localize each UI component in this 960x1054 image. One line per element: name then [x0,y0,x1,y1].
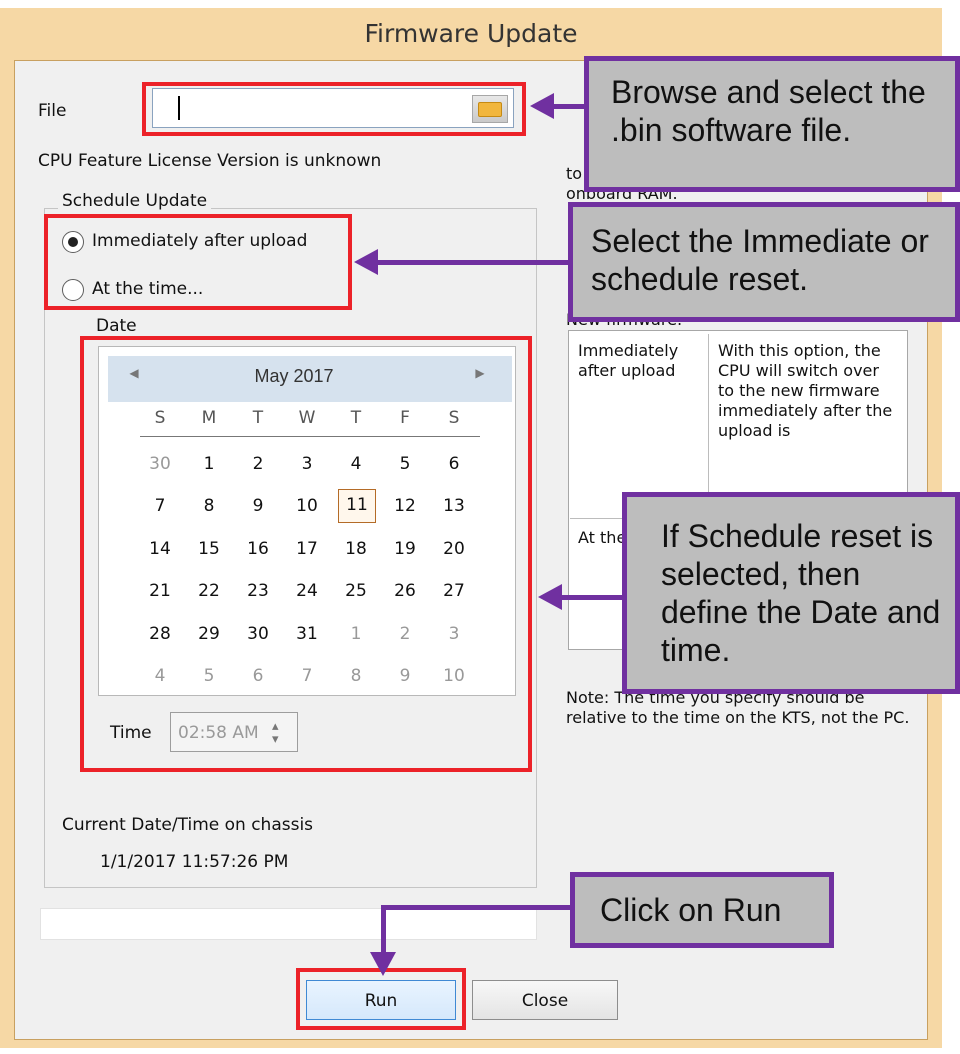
schedule-arrow-head [354,249,378,275]
file-highlight [142,82,526,136]
schedule-highlight [44,214,352,310]
current-datetime-value: 1/1/2017 11:57:26 PM [100,852,289,872]
screenshot-canvas: Firmware Update File CPU Feature License… [0,0,960,1054]
right-panel-note: Note: The time you specify should be rel… [566,688,910,727]
table-row1-option: Immediately after upload [578,341,679,380]
run-callout: Click on Run [570,872,834,948]
run-highlight [296,968,466,1030]
table-row1-description: With this option, the CPU will switch ov… [718,341,893,440]
schedule-arrow-line [376,260,571,265]
date-time-highlight [80,336,532,772]
date-time-callout: If Schedule reset is selected, then defi… [622,492,960,694]
schedule-callout: Select the Immediate or schedule reset. [568,202,960,322]
schedule-update-label: Schedule Update [58,191,212,211]
browse-arrow-head [530,93,554,119]
browse-arrow-line [552,104,588,109]
date-time-arrow-head [538,584,562,610]
file-label: File [38,101,67,121]
dialog-titlebar: Firmware Update [0,8,942,60]
date-label: Date [96,316,137,336]
close-button[interactable]: Close [472,980,618,1020]
run-arrow-head [370,952,396,976]
browse-callout: Browse and select the .bin software file… [584,56,960,192]
date-time-arrow-line [560,595,626,600]
license-status-text: CPU Feature License Version is unknown [38,151,382,171]
current-datetime-label: Current Date/Time on chassis [62,815,314,835]
upload-progress-bar [40,908,537,940]
dialog-title: Firmware Update [364,19,578,48]
run-arrow-horizontal [381,905,573,910]
run-arrow-vertical [381,905,386,955]
